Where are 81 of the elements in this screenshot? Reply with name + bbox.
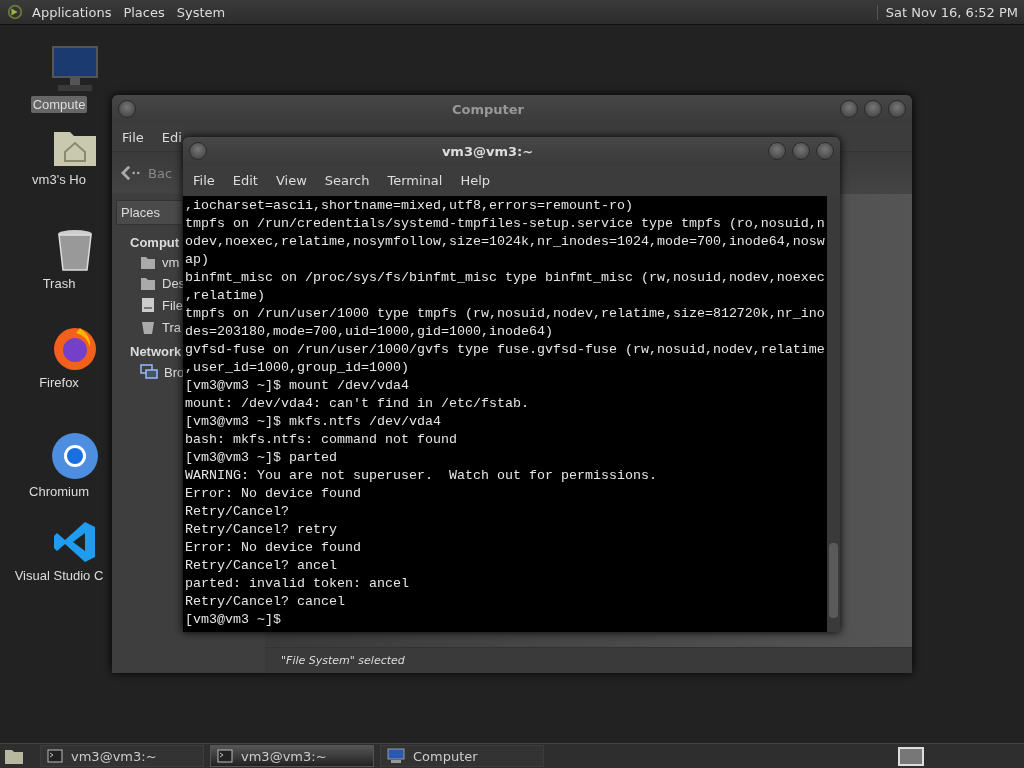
terminal-line: Retry/Cancel? ancel (185, 557, 338, 575)
desktop-icon-label[interactable]: Compute (30, 96, 88, 113)
menu-item[interactable]: File (193, 173, 215, 188)
terminal-line: Retry/Cancel? retry (185, 521, 338, 539)
firefox-icon[interactable] (52, 325, 98, 371)
terminal-line: WARNING: You are not superuser. Watch out for permissions. (185, 467, 658, 485)
terminal-line: ,iocharset=ascii,shortname=mixed,utf8,errors=remount-ro) (185, 197, 634, 215)
window-control-button[interactable] (840, 100, 858, 118)
scrollbar-thumb[interactable] (829, 543, 838, 618)
trash-icon (140, 319, 156, 335)
panel-menu[interactable]: Applications (32, 4, 112, 20)
terminal-line: binfmt_misc on /proc/sys/fs/binfmt_misc type binfmt_misc (rw,nosuid,nodev,noexec (185, 269, 826, 287)
sidebar-heading: Comput (130, 235, 180, 250)
window-menu-button[interactable] (118, 100, 136, 118)
sidebar-item[interactable]: File (140, 297, 183, 313)
terminal-line: ap) (185, 251, 210, 269)
terminal-line: Error: No device found (185, 539, 362, 557)
panel-menu[interactable]: Places (123, 4, 165, 20)
terminal-line: [vm3@vm3 ~]$ mount /dev/vda4 (185, 377, 410, 395)
taskbar-button[interactable]: vm3@vm3:~ (40, 745, 204, 767)
terminal-icon (217, 749, 233, 763)
terminal-line: tmpfs on /run/credentials/systemd-tmpfiles-setup.service type tmpfs (ro,nosuid,n (185, 215, 826, 233)
menu-item[interactable]: File (122, 129, 144, 145)
window-menu-button[interactable] (189, 142, 207, 160)
terminal-line: Error: No device found (185, 485, 362, 503)
terminal-line: gvfsd-fuse on /run/user/1000/gvfs type fuse.gvfsd-fuse (rw,nosuid,nodev,relatime (185, 341, 826, 359)
menu-item[interactable]: View (275, 173, 307, 188)
window-control-button[interactable] (888, 100, 906, 118)
terminal-line: Retry/Cancel? (185, 503, 290, 521)
terminal-line: mount: /dev/vda4: can't find in /etc/fstab. (185, 395, 530, 413)
sidebar-item[interactable]: vm (140, 255, 180, 270)
folder-icon (140, 276, 156, 291)
terminal-line: parted: invalid token: ancel (185, 575, 410, 593)
taskbar-button[interactable]: vm3@vm3:~ (210, 745, 374, 767)
terminal-line: ,relatime) (185, 287, 266, 305)
sidebar-item[interactable]: Tra (140, 319, 182, 335)
desktop-icon-label[interactable]: Trash (40, 275, 78, 292)
window-control-button[interactable] (864, 100, 882, 118)
terminal-line: [vm3@vm3 ~]$ mkfs.ntfs /dev/vda4 (185, 413, 442, 431)
computer-icon (387, 748, 405, 764)
network-icon (140, 364, 158, 380)
folder-icon (140, 255, 156, 270)
menu-item[interactable]: Edi (161, 129, 182, 145)
chromium-icon[interactable] (51, 432, 99, 480)
desktop-icon-label[interactable]: Firefox (37, 374, 81, 391)
desktop-icon-label[interactable]: Visual Studio C (12, 567, 106, 584)
drive-icon (140, 297, 156, 313)
terminal-line: bash: mkfs.ntfs: command not found (185, 431, 458, 449)
terminal-line: [vm3@vm3 ~]$ (185, 611, 282, 629)
terminal-line: [vm3@vm3 ~]$ parted (185, 449, 338, 467)
desktop-icon-label[interactable]: Chromium (27, 483, 91, 500)
terminal-line: Retry/Cancel? cancel (185, 593, 346, 611)
back-arrow-icon (120, 164, 142, 182)
computer-icon[interactable] (50, 45, 100, 93)
code-editor-icon[interactable] (53, 520, 97, 564)
workspace-switcher[interactable] (898, 746, 924, 766)
sidebar-heading: Network (130, 344, 182, 359)
window-control-button[interactable] (816, 142, 834, 160)
terminal-line: ,user_id=1000,group_id=1000) (185, 359, 410, 377)
trash-icon[interactable] (55, 228, 95, 272)
menu-item[interactable]: Search (324, 173, 370, 188)
terminal-icon (47, 749, 63, 763)
show-desktop-icon[interactable] (4, 747, 24, 765)
menu-item[interactable]: Help (460, 173, 491, 188)
menu-item[interactable]: Terminal (387, 173, 443, 188)
places-dropdown[interactable]: Places (116, 200, 183, 225)
scrollbar[interactable] (827, 196, 840, 632)
terminal-line: odev,noexec,relatime,nosymfollow,size=1024k,nr_inodes=1024,mode=700,inode64,nosw (185, 233, 826, 251)
taskbar-button[interactable]: Computer (380, 745, 544, 767)
desktop-icon-label[interactable]: vm3's Ho (30, 171, 88, 188)
status-bar: "File System" selected (265, 647, 912, 673)
window-control-button[interactable] (792, 142, 810, 160)
terminal-line: tmpfs on /run/user/1000 type tmpfs (rw,nosuid,nodev,relatime,size=812720k,nr_ino (185, 305, 826, 323)
panel-menu[interactable]: System (176, 4, 226, 20)
distro-logo-icon[interactable] (6, 3, 24, 21)
window-control-button[interactable] (768, 142, 786, 160)
clock[interactable]: Sat Nov 16, 6:52 PM (876, 4, 1018, 20)
terminal-line: des=203180,mode=700,uid=1000,gid=1000,inode64) (185, 323, 554, 341)
window-title: vm3@vm3:~ (440, 143, 535, 159)
window-title: Computer (451, 101, 525, 117)
menu-item[interactable]: Edit (232, 173, 258, 188)
